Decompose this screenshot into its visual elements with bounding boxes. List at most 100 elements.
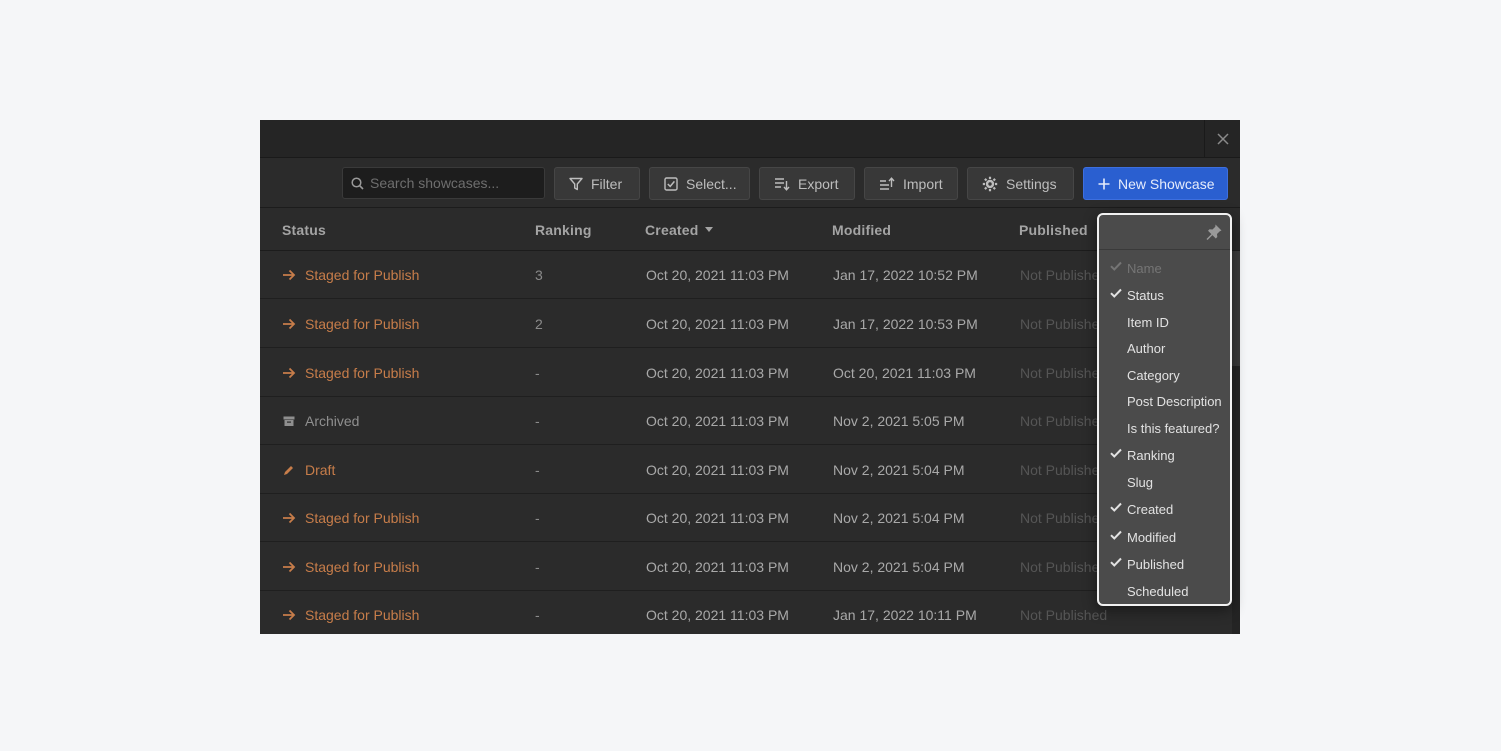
settings-button[interactable]: Settings [967, 167, 1074, 200]
column-option[interactable]: Is this featured? [1099, 415, 1230, 441]
table-row[interactable]: Archived - Oct 20, 2021 11:03 PM Nov 2, … [260, 397, 1240, 445]
status-text: Staged for Publish [305, 267, 420, 283]
gear-icon [982, 176, 998, 191]
close-button[interactable] [1204, 120, 1240, 158]
table-row[interactable]: Staged for Publish - Oct 20, 2021 11:03 … [260, 591, 1240, 634]
column-option[interactable]: Created [1099, 496, 1230, 522]
table-row[interactable]: Staged for Publish - Oct 20, 2021 11:03 … [260, 543, 1240, 591]
ranking-cell: - [535, 365, 540, 381]
settings-label: Settings [1006, 175, 1057, 192]
import-icon [880, 176, 895, 190]
ranking-cell: 3 [535, 267, 543, 283]
column-option[interactable]: Post Description [1099, 388, 1230, 414]
status-text: Staged for Publish [305, 365, 420, 381]
arrow-right-icon [283, 318, 296, 330]
modified-cell: Nov 2, 2021 5:05 PM [833, 413, 965, 429]
column-option-label: Modified [1127, 530, 1177, 545]
filter-icon [569, 177, 583, 190]
status-cell: Staged for Publish [282, 559, 419, 575]
status-text: Staged for Publish [305, 316, 420, 332]
column-option[interactable]: Author [1099, 335, 1230, 361]
column-option-label: Slug [1127, 475, 1154, 490]
export-label: Export [798, 175, 839, 192]
column-option[interactable]: Status [1099, 282, 1230, 308]
status-cell: Staged for Publish [282, 316, 419, 332]
new-showcase-button[interactable]: New Showcase [1083, 167, 1228, 200]
ranking-cell: - [535, 559, 540, 575]
published-cell: Not Published [1020, 510, 1108, 526]
pin-icon[interactable] [1205, 223, 1223, 241]
column-option-label: Ranking [1127, 448, 1175, 463]
plus-icon [1098, 178, 1110, 189]
column-option[interactable]: Published [1099, 551, 1230, 577]
column-option-label: Category [1127, 368, 1180, 383]
modified-cell: Oct 20, 2021 11:03 PM [833, 365, 976, 381]
archive-box-icon [283, 416, 295, 426]
modified-cell: Jan 17, 2022 10:52 PM [833, 267, 978, 283]
scrollbar-thumb[interactable] [1232, 251, 1240, 366]
export-icon [775, 177, 790, 191]
status-text: Staged for Publish [305, 510, 420, 526]
select-button[interactable]: Select... [649, 167, 750, 200]
column-option[interactable]: Slug [1099, 469, 1230, 495]
column-status[interactable]: Status [282, 222, 326, 238]
modified-cell: Nov 2, 2021 5:04 PM [833, 462, 965, 478]
import-button[interactable]: Import [864, 167, 958, 200]
search-input[interactable] [370, 175, 540, 191]
column-option[interactable]: Item ID [1099, 309, 1230, 335]
table-row[interactable]: Staged for Publish - Oct 20, 2021 11:03 … [260, 494, 1240, 542]
new-showcase-label: New Showcase [1118, 175, 1215, 192]
column-option-label: Name [1127, 261, 1162, 276]
arrow-right-icon [283, 561, 296, 573]
table-row[interactable]: Staged for Publish 2 Oct 20, 2021 11:03 … [260, 300, 1240, 348]
created-cell: Oct 20, 2021 11:03 PM [646, 365, 789, 381]
table-row[interactable]: Draft - Oct 20, 2021 11:03 PM Nov 2, 202… [260, 446, 1240, 494]
ranking-cell: - [535, 413, 540, 429]
column-option[interactable]: Ranking [1099, 442, 1230, 468]
column-option[interactable]: Modified [1099, 524, 1230, 550]
column-option[interactable]: Scheduled [1099, 578, 1230, 604]
modified-cell: Jan 17, 2022 10:11 PM [833, 607, 977, 623]
export-button[interactable]: Export [759, 167, 855, 200]
ranking-cell: - [535, 607, 540, 623]
column-option[interactable]: Category [1099, 362, 1230, 388]
status-text: Staged for Publish [305, 607, 420, 623]
status-cell: Archived [282, 413, 359, 429]
table-row[interactable]: Staged for Publish - Oct 20, 2021 11:03 … [260, 349, 1240, 397]
column-option: Name [1099, 255, 1230, 281]
pencil-icon [284, 466, 293, 475]
column-modified[interactable]: Modified [832, 222, 891, 238]
published-cell: Not Published [1020, 316, 1108, 332]
arrow-right-icon [283, 609, 296, 621]
checkmark-icon [1110, 261, 1122, 271]
arrow-right-icon [283, 269, 296, 281]
column-published[interactable]: Published [1019, 222, 1088, 238]
checkmark-icon [1110, 502, 1122, 512]
table-row[interactable]: Staged for Publish 3 Oct 20, 2021 11:03 … [260, 251, 1240, 299]
table-header: Status Ranking Created Modified Publishe… [260, 209, 1240, 251]
filter-button[interactable]: Filter [554, 167, 640, 200]
column-visibility-menu: Name Status Item ID Author Category Post Desc… [1097, 213, 1232, 606]
modified-cell: Jan 17, 2022 10:53 PM [833, 316, 978, 332]
column-option-label: Published [1127, 557, 1185, 572]
status-cell: Staged for Publish [282, 365, 419, 381]
search-box[interactable] [342, 167, 545, 199]
status-text: Archived [305, 413, 360, 429]
created-cell: Oct 20, 2021 11:03 PM [646, 510, 789, 526]
ranking-cell: - [535, 510, 540, 526]
select-label: Select... [686, 175, 737, 192]
checkmark-icon [1110, 557, 1122, 567]
collection-panel: Filter Select... Export Import Settings … [260, 120, 1240, 634]
column-created[interactable]: Created [645, 222, 713, 238]
published-cell: Not Published [1020, 559, 1108, 575]
arrow-right-icon [283, 367, 296, 379]
column-ranking[interactable]: Ranking [535, 222, 592, 238]
panel-header [260, 120, 1240, 158]
checkmark-icon [1110, 448, 1122, 458]
checkmark-icon [1110, 530, 1122, 540]
published-cell: Not Published [1020, 365, 1108, 381]
created-cell: Oct 20, 2021 11:03 PM [646, 413, 789, 429]
toolbar: Filter Select... Export Import Settings … [260, 158, 1240, 208]
created-cell: Oct 20, 2021 11:03 PM [646, 559, 789, 575]
created-cell: Oct 20, 2021 11:03 PM [646, 607, 789, 623]
